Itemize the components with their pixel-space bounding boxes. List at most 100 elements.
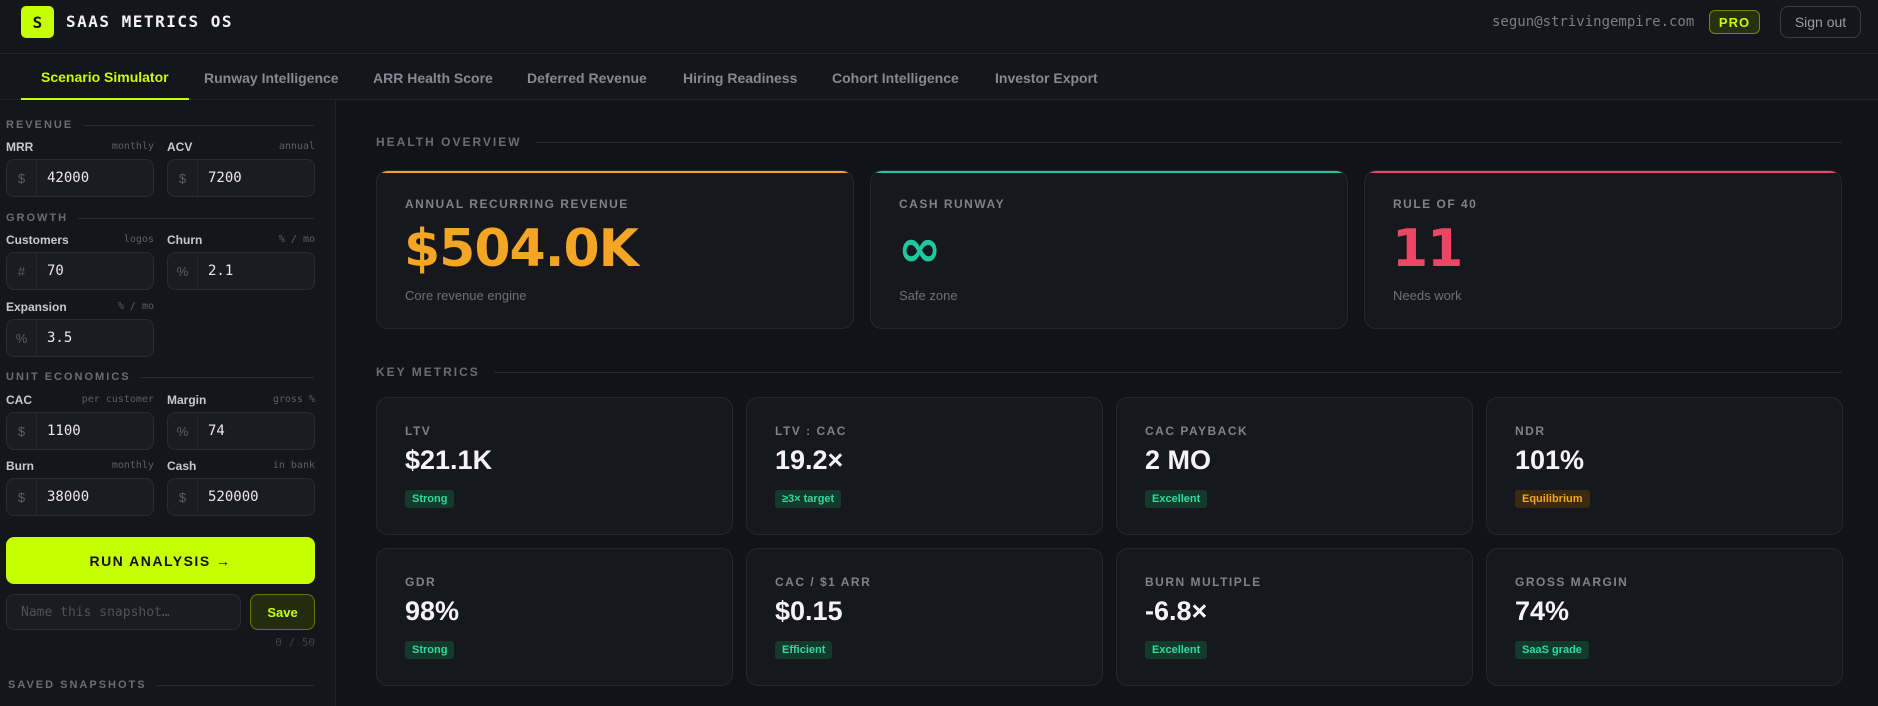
margin-value[interactable]: 74 [198, 423, 225, 439]
metric-label: LTV : CAC [775, 424, 847, 438]
status-badge: Excellent [1145, 490, 1208, 508]
health-card-runway: CASH RUNWAY ∞ Safe zone [870, 170, 1348, 329]
tab-hiring-readiness[interactable]: Hiring Readiness [663, 55, 817, 100]
tab-scenario-simulator[interactable]: Scenario Simulator [21, 55, 189, 100]
card-note: Core revenue engine [405, 288, 527, 303]
metric-value: $0.15 [775, 596, 843, 626]
status-badge: Strong [405, 641, 455, 659]
dollar-prefix: $ [168, 160, 198, 196]
save-snapshot-button[interactable]: Save [250, 594, 315, 630]
expansion-value[interactable]: 3.5 [37, 330, 72, 346]
cac-hint: per customer [81, 394, 154, 405]
hash-prefix: # [7, 253, 37, 289]
cash-input[interactable]: $ 520000 [167, 478, 315, 516]
divider [78, 217, 314, 219]
status-badge: SaaS grade [1515, 641, 1589, 659]
card-note: Safe zone [899, 288, 958, 303]
expansion-hint: % / mo [117, 301, 154, 312]
metric-label: CAC / $1 ARR [775, 575, 872, 589]
acv-input[interactable]: $ 7200 [167, 159, 315, 197]
status-badge: Equilibrium [1515, 490, 1590, 508]
acv-label: ACV [167, 140, 193, 154]
divider [83, 124, 314, 126]
metric-card-ltv-cac: LTV : CAC 19.2× ≥3× target [746, 397, 1103, 535]
metric-value: 19.2× [775, 445, 844, 475]
section-title: UNIT ECONOMICS [6, 371, 131, 383]
run-analysis-button[interactable]: RUN ANALYSIS → [6, 537, 315, 584]
section-saved-snapshots: SAVED SNAPSHOTS [8, 679, 314, 691]
section-key-metrics: KEY METRICS [376, 365, 1842, 379]
section-health-overview: HEALTH OVERVIEW [376, 135, 1842, 149]
churn-input[interactable]: % 2.1 [167, 252, 315, 290]
tab-investor-export[interactable]: Investor Export [975, 55, 1118, 100]
metric-card-cac-payback: CAC PAYBACK 2 MO Excellent [1116, 397, 1473, 535]
metric-value: 2 MO [1145, 445, 1212, 475]
metric-value: -6.8× [1145, 596, 1208, 626]
user-email: segun@strivingempire.com [1492, 14, 1695, 30]
cash-label: Cash [167, 459, 197, 473]
customers-value[interactable]: 70 [37, 263, 64, 279]
burn-input[interactable]: $ 38000 [6, 478, 154, 516]
metric-value: 98% [405, 596, 460, 626]
acv-value[interactable]: 7200 [198, 170, 242, 186]
metric-card-ndr: NDR 101% Equilibrium [1486, 397, 1843, 535]
cash-hint: in bank [272, 460, 315, 471]
card-label: ANNUAL RECURRING REVENUE [405, 197, 629, 211]
status-badge: ≥3× target [775, 490, 842, 508]
metric-label: BURN MULTIPLE [1145, 575, 1262, 589]
metric-label: GDR [405, 575, 437, 589]
snapshot-name-input[interactable]: Name this snapshot… [6, 594, 241, 630]
churn-hint: % / mo [278, 234, 315, 245]
signout-button[interactable]: Sign out [1780, 6, 1861, 38]
arr-value: $504.0K [404, 219, 639, 279]
mrr-input[interactable]: $ 42000 [6, 159, 154, 197]
expansion-label: Expansion [6, 300, 67, 314]
section-title: REVENUE [6, 119, 74, 131]
top-header: S SAAS METRICS OS segun@strivingempire.c… [0, 0, 1878, 54]
burn-hint: monthly [111, 460, 154, 471]
status-badge: Strong [405, 490, 455, 508]
metric-value: $21.1K [405, 445, 493, 475]
metric-card-cac-per-arr: CAC / $1 ARR $0.15 Efficient [746, 548, 1103, 686]
cac-input[interactable]: $ 1100 [6, 412, 154, 450]
plan-badge: PRO [1709, 10, 1760, 34]
snapshot-char-counter: 0 / 50 [275, 636, 315, 649]
mrr-label: MRR [6, 140, 34, 154]
customers-input[interactable]: # 70 [6, 252, 154, 290]
mrr-value[interactable]: 42000 [37, 170, 89, 186]
status-badge: Excellent [1145, 641, 1208, 659]
margin-label: Margin [167, 393, 207, 407]
tab-runway-intelligence[interactable]: Runway Intelligence [184, 55, 359, 100]
cac-label: CAC [6, 393, 32, 407]
metric-value: 101% [1515, 445, 1585, 475]
dollar-prefix: $ [7, 413, 37, 449]
tab-deferred-revenue[interactable]: Deferred Revenue [507, 55, 667, 100]
metric-value: 74% [1515, 596, 1570, 626]
acv-hint: annual [278, 141, 315, 152]
health-card-arr: ANNUAL RECURRING REVENUE $504.0K Core re… [376, 170, 854, 329]
burn-value[interactable]: 38000 [37, 489, 89, 505]
churn-value[interactable]: 2.1 [198, 263, 233, 279]
burn-label: Burn [6, 459, 34, 473]
tab-cohort-intelligence[interactable]: Cohort Intelligence [812, 55, 979, 100]
dollar-prefix: $ [7, 479, 37, 515]
section-revenue: REVENUE [6, 119, 314, 131]
divider [493, 371, 1842, 373]
metric-label: LTV [405, 424, 432, 438]
margin-input[interactable]: % 74 [167, 412, 315, 450]
expansion-input[interactable]: % 3.5 [6, 319, 154, 357]
rule-of-40-value: 11 [1392, 219, 1463, 279]
section-growth: GROWTH [6, 212, 314, 224]
section-title: KEY METRICS [376, 365, 480, 379]
churn-label: Churn [167, 233, 203, 247]
tab-arr-health-score[interactable]: ARR Health Score [353, 55, 513, 100]
cash-value[interactable]: 520000 [198, 489, 259, 505]
card-label: RULE OF 40 [1393, 197, 1478, 211]
cac-value[interactable]: 1100 [37, 423, 81, 439]
metric-label: NDR [1515, 424, 1546, 438]
percent-prefix: % [168, 413, 198, 449]
percent-prefix: % [168, 253, 198, 289]
dollar-prefix: $ [7, 160, 37, 196]
input-sidebar: REVENUE MRR monthly $ 42000 ACV annual $… [0, 101, 336, 706]
health-card-rule-of-40: RULE OF 40 11 Needs work [1364, 170, 1842, 329]
